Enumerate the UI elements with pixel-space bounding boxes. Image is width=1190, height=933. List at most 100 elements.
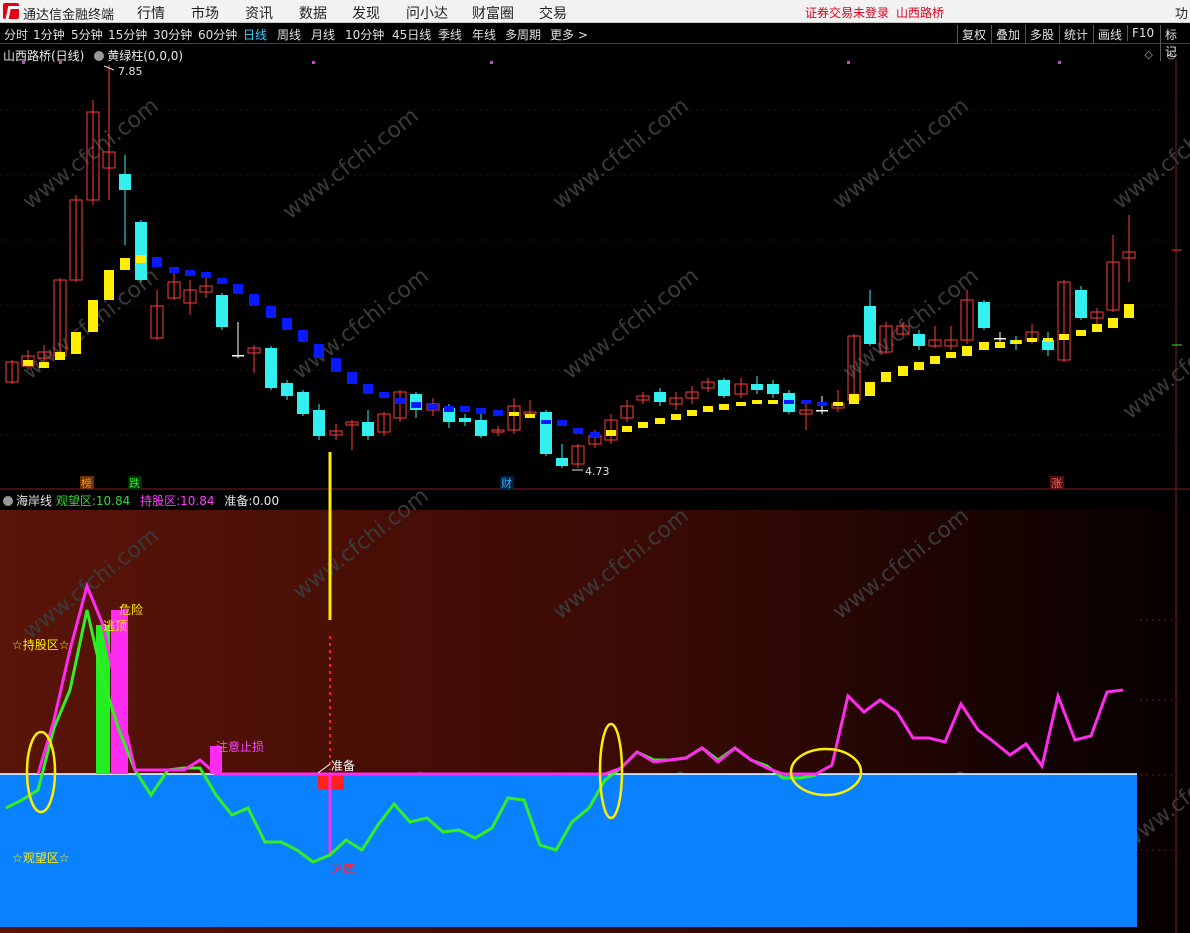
- settings-icon[interactable]: ◎: [1166, 48, 1176, 61]
- candle-body: [978, 302, 990, 328]
- indicator-block: [298, 330, 308, 342]
- top-marker-dot: [312, 61, 315, 64]
- indicator-block: [411, 402, 421, 408]
- low-price-label: 4.73: [585, 465, 610, 478]
- indicator-block: [363, 384, 373, 394]
- hold-zone-annotation: ☆持股区☆: [12, 637, 70, 652]
- indicator-block: [784, 400, 794, 404]
- candle-body: [994, 338, 1006, 340]
- indicator-block: [1011, 340, 1021, 344]
- indicator-block: [476, 408, 486, 414]
- indicator-block: [152, 257, 162, 267]
- signal-marker-0: 榜: [81, 476, 92, 490]
- indicator-block: [71, 332, 81, 354]
- indicator-block: [590, 432, 600, 438]
- sub-chart-title: 海岸线 观望区:10.84 持股区:10.84 准备:0.00: [3, 492, 279, 509]
- indicator-block: [104, 270, 114, 300]
- indicator-block: [687, 410, 697, 416]
- indicator-block: [379, 392, 389, 398]
- indicator-block: [606, 430, 616, 436]
- candle-body: [556, 458, 568, 466]
- indicator-block: [55, 352, 65, 360]
- indicator-block: [233, 284, 243, 294]
- main-chart-title: 山西路桥(日线) 黄绿柱(0,0,0): [3, 47, 183, 64]
- indicator-block: [266, 306, 276, 318]
- indicator-block: [525, 414, 535, 418]
- indicator-block: [946, 352, 956, 358]
- sub-indicator-name[interactable]: 海岸线: [16, 494, 52, 508]
- indicator-toggle-icon[interactable]: [3, 496, 13, 506]
- indicator-toggle-icon[interactable]: [94, 51, 105, 61]
- indicator-block: [1059, 334, 1069, 340]
- indicator-label[interactable]: 黄绿柱(0,0,0): [107, 49, 183, 63]
- indicator-block: [573, 428, 583, 434]
- ready-label: 准备:: [224, 494, 253, 508]
- watermark-text: www.cfchi.com: [1108, 93, 1190, 214]
- indicator-block: [833, 402, 843, 406]
- indicator-block: [541, 420, 551, 424]
- top-marker-dot: [847, 61, 850, 64]
- candle-body: [816, 410, 828, 412]
- indicator-block: [347, 372, 357, 384]
- top-marker-dot: [1058, 61, 1061, 64]
- candle-body: [216, 295, 228, 327]
- escape-bottom-annotation: 逃底: [331, 861, 355, 876]
- indicator-block: [881, 372, 891, 382]
- watermark-text: www.cfchi.com: [558, 263, 703, 384]
- top-marker-dot: [490, 61, 493, 64]
- indicator-block: [444, 406, 454, 412]
- indicator-block: [201, 272, 211, 278]
- watch-zone-label: 观望区:: [55, 494, 96, 508]
- watermark-text: www.cfchi.com: [278, 103, 423, 224]
- indicator-block: [719, 404, 729, 410]
- indicator-block: [493, 410, 503, 416]
- indicator-block: [136, 255, 146, 263]
- candle-body: [459, 418, 471, 422]
- watermark-text: www.cfchi.com: [828, 93, 973, 214]
- watermark-text: www.cfchi.com: [1118, 303, 1190, 424]
- indicator-block: [39, 362, 49, 368]
- indicator-block: [638, 422, 648, 428]
- indicator-block: [671, 414, 681, 420]
- signal-marker-3: 涨: [1051, 477, 1062, 490]
- indicator-block: [331, 358, 341, 372]
- candle-body: [540, 412, 552, 454]
- diamond-icon[interactable]: ◇: [1144, 48, 1152, 61]
- indicator-block: [395, 398, 405, 404]
- ready-annotation: 准备: [331, 759, 355, 773]
- indicator-block: [217, 278, 227, 284]
- candle-body: [718, 380, 730, 396]
- stock-label[interactable]: 山西路桥(日线): [3, 49, 84, 63]
- indicator-block: [1124, 304, 1134, 318]
- hold-zone-value: 10.84: [180, 494, 215, 508]
- signal-marker-1: 跌: [129, 476, 140, 490]
- chart-corner-icons: ◇ ◎: [1144, 48, 1176, 61]
- indicator-block: [185, 270, 195, 276]
- candle-body: [1075, 290, 1087, 318]
- indicator-block: [655, 418, 665, 424]
- escape-top-annotation: 逃顶: [103, 619, 127, 633]
- indicator-block: [736, 402, 746, 406]
- kline-chart[interactable]: www.cfchi.com www.cfchi.com www.cfchi.com w…: [0, 0, 1190, 933]
- indicator-block: [768, 400, 778, 404]
- watermark-text: www.cfchi.com: [548, 93, 693, 214]
- indicator-block: [88, 300, 98, 332]
- stop-loss-annotation: 注意止损: [216, 739, 264, 754]
- candle-body: [913, 334, 925, 346]
- indicator-block: [703, 406, 713, 412]
- indicator-block: [23, 360, 33, 366]
- indicator-block: [817, 402, 827, 406]
- indicator-block: [120, 258, 130, 270]
- indicator-block: [930, 356, 940, 364]
- indicator-block: [898, 366, 908, 376]
- candle-body: [297, 392, 309, 414]
- indicator-block: [428, 404, 438, 410]
- indicator-block: [914, 362, 924, 370]
- ready-value: 0.00: [252, 494, 280, 508]
- indicator-block: [249, 294, 259, 306]
- indicator-block: [460, 406, 470, 412]
- indicator-block: [169, 267, 179, 273]
- watch-zone-value: 10.84: [95, 494, 131, 508]
- candle-body: [119, 174, 131, 190]
- indicator-block: [1043, 338, 1053, 342]
